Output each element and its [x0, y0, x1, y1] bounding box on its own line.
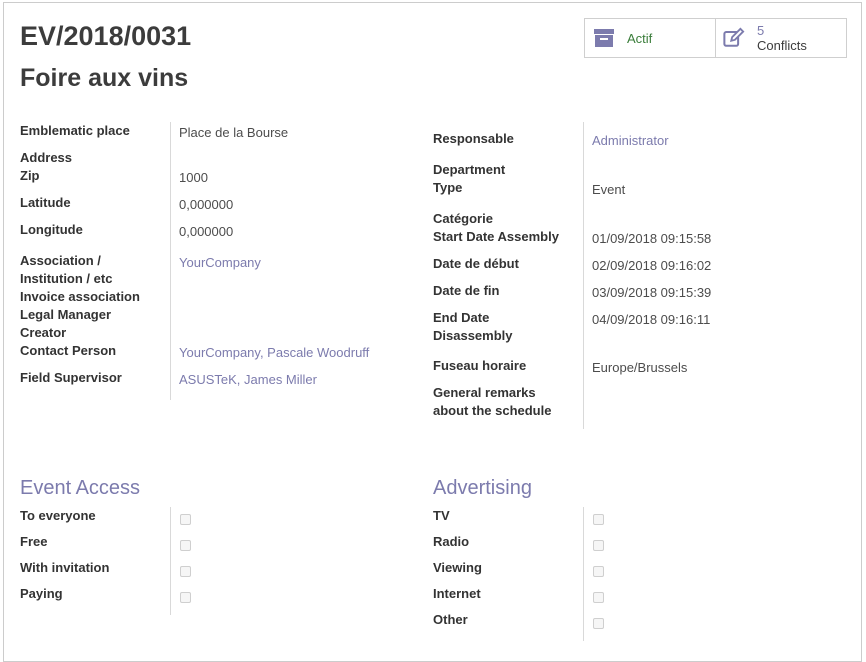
- event-access-title: Event Access: [20, 477, 141, 499]
- event-access-divider: [170, 507, 171, 615]
- left-column-divider: [170, 122, 171, 400]
- legal-manager-label: Legal Manager: [20, 307, 112, 322]
- association-label: Association / Institution / etc: [20, 253, 113, 286]
- department-label: Department: [433, 162, 506, 177]
- archive-icon: [593, 27, 615, 49]
- date-debut-label: Date de début: [433, 256, 519, 271]
- start-date-assembly-label: Start Date Assembly: [433, 229, 559, 244]
- date-debut-value[interactable]: 02/09/2018 09:16:02: [592, 257, 711, 275]
- ad-viewing-checkbox[interactable]: [593, 566, 604, 577]
- date-fin-value[interactable]: 03/09/2018 09:15:39: [592, 284, 711, 302]
- fuseau-horaire-value[interactable]: Europe/Brussels: [592, 359, 687, 377]
- ad-internet-checkbox[interactable]: [593, 592, 604, 603]
- conflicts-count: 5: [757, 23, 765, 38]
- responsable-label: Responsable: [433, 131, 514, 146]
- access-with-invitation-label: With invitation: [20, 560, 110, 575]
- start-date-assembly-value[interactable]: 01/09/2018 09:15:58: [592, 230, 711, 248]
- ad-viewing-label: Viewing: [433, 560, 482, 575]
- zip-value[interactable]: 1000: [179, 169, 208, 187]
- zip-label: Zip: [20, 168, 40, 183]
- fuseau-horaire-label: Fuseau horaire: [433, 358, 527, 373]
- ad-tv-checkbox[interactable]: [593, 514, 604, 525]
- contact-person-label: Contact Person: [20, 343, 117, 358]
- longitude-label: Longitude: [20, 222, 83, 237]
- access-paying-checkbox[interactable]: [180, 592, 191, 603]
- creator-label: Creator: [20, 325, 67, 340]
- event-reference: EV/2018/0031: [20, 21, 192, 51]
- end-date-disassembly-value[interactable]: 04/09/2018 09:16:11: [592, 311, 710, 329]
- advertising-divider: [583, 507, 584, 641]
- ad-radio-label: Radio: [433, 534, 470, 549]
- end-date-disassembly-label: End Date Disassembly: [433, 310, 513, 343]
- type-value[interactable]: Event: [592, 181, 625, 199]
- active-toggle-button[interactable]: Actif: [585, 19, 716, 57]
- right-column-divider: [583, 122, 584, 429]
- type-label: Type: [433, 180, 463, 195]
- longitude-value[interactable]: 0,000000: [179, 223, 233, 241]
- access-free-label: Free: [20, 534, 48, 549]
- access-to-everyone-label: To everyone: [20, 508, 96, 523]
- ad-other-checkbox[interactable]: [593, 618, 604, 629]
- active-label: Actif: [627, 30, 653, 46]
- field-supervisor-label: Field Supervisor: [20, 370, 122, 385]
- emblematic-place-label: Emblematic place: [20, 123, 130, 138]
- access-free-checkbox[interactable]: [180, 540, 191, 551]
- emblematic-place-value[interactable]: Place de la Bourse: [179, 124, 288, 142]
- field-supervisor-value[interactable]: ASUSTeK, James Miller: [179, 371, 317, 389]
- ad-other-label: Other: [433, 612, 468, 627]
- conflicts-button[interactable]: 5 Conflicts: [716, 19, 846, 57]
- access-with-invitation-checkbox[interactable]: [180, 566, 191, 577]
- date-fin-label: Date de fin: [433, 283, 500, 298]
- association-value[interactable]: YourCompany: [179, 254, 261, 272]
- conflicts-label: Conflicts: [757, 38, 807, 53]
- edit-icon: [723, 27, 745, 49]
- address-label: Address: [20, 150, 73, 165]
- event-name[interactable]: Foire aux vins: [20, 64, 188, 93]
- smart-buttons: Actif 5 Conflicts: [584, 18, 847, 58]
- latitude-label: Latitude: [20, 195, 71, 210]
- categorie-label: Catégorie: [433, 211, 493, 226]
- invoice-association-label: Invoice association: [20, 289, 140, 304]
- access-paying-label: Paying: [20, 586, 63, 601]
- latitude-value[interactable]: 0,000000: [179, 196, 233, 214]
- ad-tv-label: TV: [433, 508, 450, 523]
- access-to-everyone-checkbox[interactable]: [180, 514, 191, 525]
- ad-radio-checkbox[interactable]: [593, 540, 604, 551]
- general-remarks-label: General remarks about the schedule: [433, 385, 552, 418]
- responsable-value[interactable]: Administrator: [592, 132, 669, 150]
- ad-internet-label: Internet: [433, 586, 481, 601]
- advertising-title: Advertising: [433, 477, 532, 499]
- contact-person-value[interactable]: YourCompany, Pascale Woodruff: [179, 344, 369, 362]
